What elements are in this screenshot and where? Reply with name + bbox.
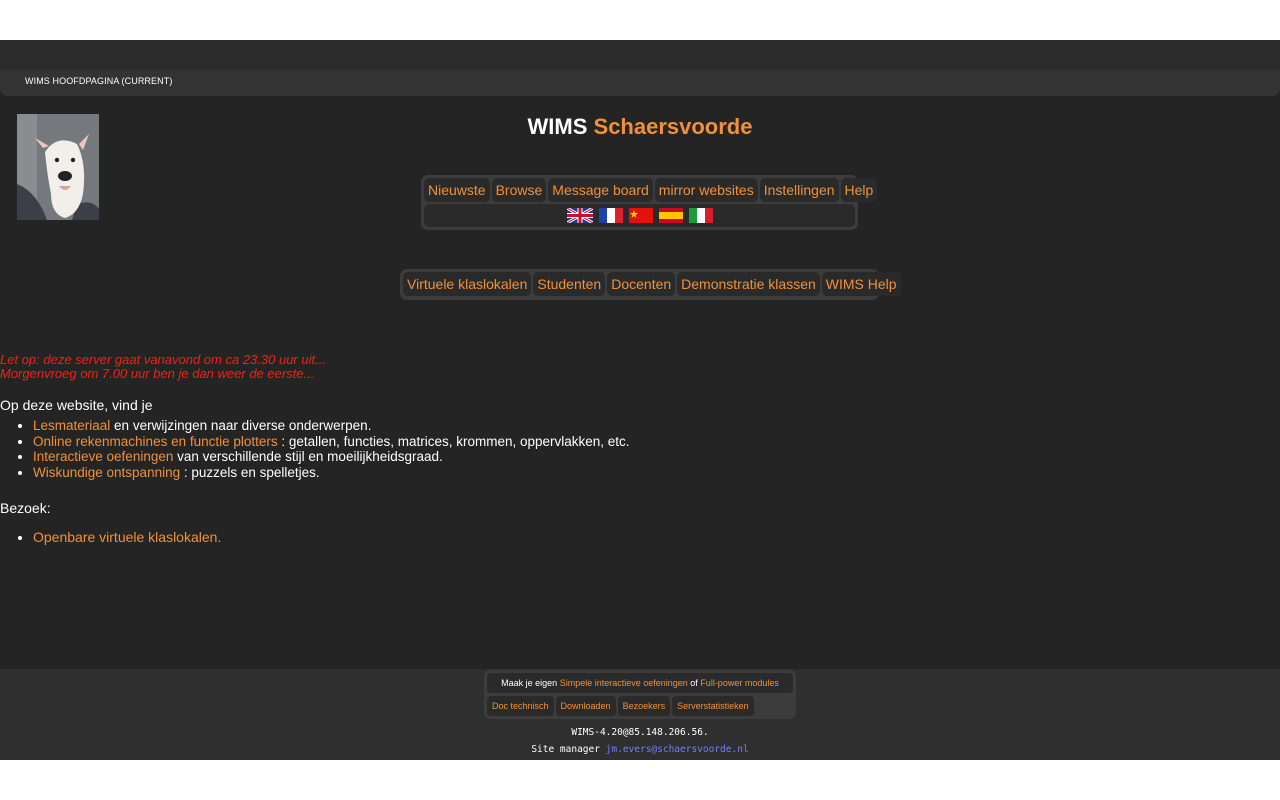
footer-make-prefix: Maak je eigen <box>501 678 560 688</box>
notice-line-1: Let op: deze server gaat vanavond om ca … <box>0 352 326 367</box>
list-item: Wiskundige ontspanning : puzzels en spel… <box>33 465 630 481</box>
breadcrumb[interactable]: WIMS HOOFDPAGINA (CURRENT) <box>25 76 172 86</box>
footer-menu: Maak je eigen Simpele interactieve oefen… <box>484 670 796 719</box>
feature-description: en verwijzingen naar diverse onderwerpen… <box>110 418 372 433</box>
list-item: Openbare virtuele klaslokalen. <box>33 529 221 545</box>
site-title-prefix: WIMS <box>527 114 588 139</box>
menu-studenten[interactable]: Studenten <box>533 272 606 296</box>
link-wiskundige-ontspanning[interactable]: Wiskundige ontspanning <box>33 465 180 480</box>
footer-serverstatistieken[interactable]: Serverstatistieken <box>672 696 754 716</box>
menu-browse[interactable]: Browse <box>491 178 547 202</box>
menu-mirror-websites[interactable]: mirror websites <box>654 178 758 202</box>
wims-page: WIMS HOOFDPAGINA (CURRENT) WIMS Schaersv… <box>0 40 1280 760</box>
menu-message-board[interactable]: Message board <box>548 178 653 202</box>
language-flags <box>424 204 855 227</box>
top-bar <box>0 40 1280 70</box>
footer: Maak je eigen Simpele interactieve oefen… <box>0 669 1280 760</box>
site-manager: Site manager jm.evers@schaersvoorde.nl <box>0 744 1280 755</box>
italian-flag-icon[interactable] <box>688 208 713 223</box>
link-interactieve-oefeningen[interactable]: Interactieve oefeningen <box>33 449 173 464</box>
site-manager-label: Site manager <box>531 744 606 755</box>
visit-list: Openbare virtuele klaslokalen. <box>0 529 221 545</box>
menu-virtuele-klaslokalen[interactable]: Virtuele klaslokalen <box>403 272 532 296</box>
class-menu: Virtuele klaslokalen Studenten Docenten … <box>400 269 901 300</box>
menu-help[interactable]: Help <box>840 178 878 202</box>
site-manager-email[interactable]: jm.evers@schaersvoorde.nl <box>606 744 749 755</box>
spanish-flag-icon[interactable] <box>658 208 683 223</box>
version-info: WIMS-4.20@85.148.206.56. <box>571 727 709 738</box>
link-simpele-oefeningen[interactable]: Simpele interactieve oefeningen <box>560 678 688 688</box>
site-title: WIMS Schaersvoorde <box>0 114 1280 140</box>
visit-label: Bezoek: <box>0 500 51 516</box>
list-item: Lesmateriaal en verwijzingen naar divers… <box>33 418 630 434</box>
link-openbare-klaslokalen[interactable]: Openbare virtuele klaslokalen. <box>33 529 221 545</box>
feature-list: Lesmateriaal en verwijzingen naar divers… <box>0 418 630 480</box>
footer-bezoekers[interactable]: Bezoekers <box>617 696 671 716</box>
menu-wims-help[interactable]: WIMS Help <box>821 272 901 296</box>
chinese-flag-icon[interactable] <box>628 208 653 223</box>
menu-nieuwste[interactable]: Nieuwste <box>424 178 490 202</box>
intro-text: Op deze website, vind je <box>0 397 153 413</box>
menu-instellingen[interactable]: Instellingen <box>759 178 839 202</box>
notice-line-2: Morgenvroeg om 7.00 uur ben je dan weer … <box>0 366 315 381</box>
link-full-power-modules[interactable]: Full-power modules <box>700 678 779 688</box>
feature-description: van verschillende stijl en moeilijkheids… <box>173 449 443 464</box>
footer-make-mid: of <box>687 678 701 688</box>
main-menu: Nieuwste Browse Message board mirror web… <box>421 175 878 230</box>
breadcrumb-bar: WIMS HOOFDPAGINA (CURRENT) <box>0 70 1280 96</box>
feature-description: : puzzels en spelletjes. <box>180 464 320 480</box>
footer-make-row: Maak je eigen Simpele interactieve oefen… <box>487 673 793 693</box>
english-flag-icon[interactable] <box>566 208 593 223</box>
link-lesmateriaal[interactable]: Lesmateriaal <box>33 418 110 433</box>
footer-doc-technisch[interactable]: Doc technisch <box>487 696 554 716</box>
link-online-rekenmachines[interactable]: Online rekenmachines en functie plotters <box>33 434 278 449</box>
french-flag-icon[interactable] <box>598 208 623 223</box>
menu-demonstratie-klassen[interactable]: Demonstratie klassen <box>677 272 820 296</box>
list-item: Interactieve oefeningen van verschillend… <box>33 449 630 465</box>
site-title-name: Schaersvoorde <box>593 114 753 139</box>
server-notice: Let op: deze server gaat vanavond om ca … <box>0 353 326 381</box>
footer-downloaden[interactable]: Downloaden <box>555 696 616 716</box>
list-item: Online rekenmachines en functie plotters… <box>33 434 630 450</box>
feature-description: : getallen, functies, matrices, krommen,… <box>277 433 630 449</box>
menu-docenten[interactable]: Docenten <box>607 272 676 296</box>
